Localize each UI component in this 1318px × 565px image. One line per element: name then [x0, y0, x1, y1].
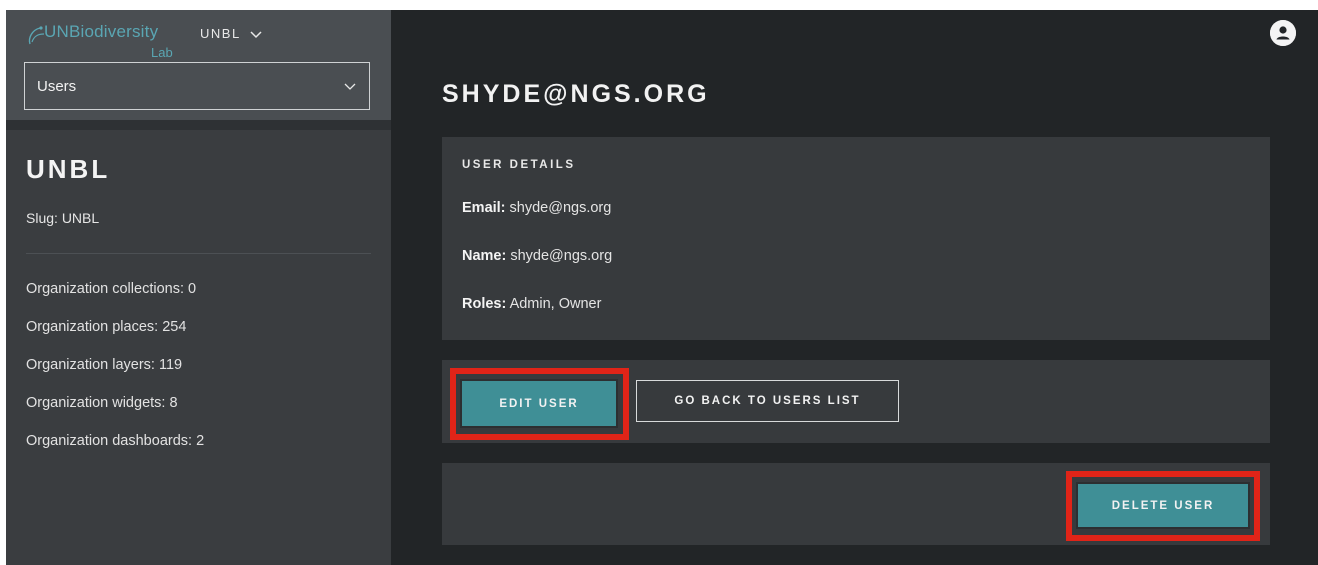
org-switcher[interactable]: UNBL	[200, 26, 263, 41]
chevron-down-icon	[250, 30, 262, 38]
user-avatar[interactable]	[1270, 20, 1296, 46]
detail-email: Email: shyde@ngs.org	[462, 200, 612, 216]
app-frame: UNBiodiversity Lab UNBL Users UNBL Slug:…	[6, 10, 1318, 565]
user-details-heading: USER DETAILS	[462, 159, 576, 171]
slug-value: UNBL	[61, 210, 100, 226]
back-to-users-button[interactable]: GO BACK TO USERS LIST	[636, 380, 899, 422]
sidebar: UNBiodiversity Lab UNBL Users UNBL Slug:…	[6, 10, 391, 565]
org-switcher-label: UNBL	[200, 26, 241, 41]
org-slug: Slug: UNBL	[26, 210, 99, 226]
stat-dashboards: Organization dashboards: 2	[26, 433, 205, 449]
section-select[interactable]: Users	[24, 62, 370, 110]
org-stats: Organization collections: 0 Organization…	[26, 280, 204, 470]
stat-widgets: Organization widgets: 8	[26, 395, 178, 411]
stat-collections: Organization collections: 0	[26, 281, 197, 297]
logo-text: UNBiodiversity	[44, 22, 159, 41]
user-actions-panel: EDIT USER GO BACK TO USERS LIST	[442, 360, 1270, 443]
chevron-down-icon	[344, 83, 356, 90]
detail-name: Name: shyde@ngs.org	[462, 248, 613, 264]
detail-roles: Roles: Admin, Owner	[462, 296, 602, 312]
user-icon	[1270, 20, 1296, 46]
stat-places: Organization places: 254	[26, 319, 187, 335]
user-details-panel: USER DETAILS Email: shyde@ngs.org Name: …	[442, 137, 1270, 340]
page-title: SHYDE@NGS.ORG	[442, 80, 710, 108]
sidebar-rule	[26, 253, 371, 254]
sidebar-header: UNBiodiversity Lab UNBL Users	[6, 10, 391, 120]
section-select-value: Users	[37, 77, 77, 95]
sidebar-divider	[6, 120, 391, 130]
edit-user-button[interactable]: EDIT USER	[460, 379, 618, 428]
logo[interactable]: UNBiodiversity Lab	[26, 20, 176, 62]
delete-user-button[interactable]: DELETE USER	[1076, 482, 1250, 529]
stat-layers: Organization layers: 119	[26, 357, 183, 373]
slug-label: Slug:	[26, 210, 58, 226]
logo-subtext: Lab	[151, 45, 173, 60]
org-name: UNBL	[26, 154, 111, 184]
danger-zone-panel: DELETE USER	[442, 463, 1270, 545]
